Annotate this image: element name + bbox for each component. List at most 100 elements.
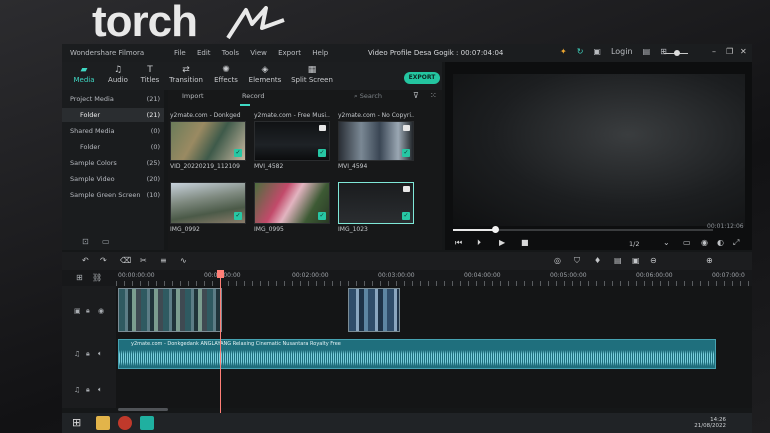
render-icon[interactable]: ◎ xyxy=(554,256,561,265)
preview-ratio[interactable]: 1/2 xyxy=(629,240,639,248)
link-icon[interactable]: ⛓ xyxy=(92,273,102,282)
close-icon[interactable]: ✕ xyxy=(740,47,747,56)
sidebar-item-shared-media[interactable]: Shared Media (0) xyxy=(62,124,164,138)
voiceover-icon[interactable]: ▤ xyxy=(614,256,622,265)
system-tray-clock[interactable]: 14:26 21/08/2022 xyxy=(694,417,726,429)
file-explorer-icon[interactable] xyxy=(96,416,110,430)
audio-waveform xyxy=(119,350,715,366)
windows-start-icon[interactable]: ⊞ xyxy=(72,416,81,429)
sidebar-item-label: Folder xyxy=(80,143,101,151)
folder-open-icon[interactable]: ▭ xyxy=(102,237,110,246)
record-underline xyxy=(240,104,250,106)
tab-titles[interactable]: T Titles xyxy=(130,65,170,84)
minimize-icon[interactable]: – xyxy=(712,47,716,56)
tab-split-screen[interactable]: ▦ Split Screen xyxy=(290,65,334,84)
lock-icon[interactable]: 🔒︎ xyxy=(86,386,90,395)
menu-tools[interactable]: Tools xyxy=(222,49,239,57)
video-clip[interactable] xyxy=(118,288,222,332)
preview-progress-bar[interactable] xyxy=(453,226,713,233)
menu-edit[interactable]: Edit xyxy=(197,49,211,57)
volume-icon[interactable]: ◐ xyxy=(717,238,724,247)
zoom-slider-handle[interactable] xyxy=(674,50,680,56)
playhead[interactable] xyxy=(220,270,221,413)
save-icon[interactable]: ▤ xyxy=(643,47,651,56)
ruler-label: 00:02:00:00 xyxy=(292,272,329,279)
monitor-icon[interactable]: ▭ xyxy=(683,238,691,247)
media-thumbnail: ✓ xyxy=(254,182,330,224)
snapshot-icon[interactable]: ◉ xyxy=(701,238,708,247)
effects-icon: ✺ xyxy=(222,65,230,75)
tab-audio-label: Audio xyxy=(108,76,128,84)
fullscreen-icon[interactable]: ⤢ xyxy=(733,238,739,248)
sidebar-item-shared-folder[interactable]: Folder (0) xyxy=(62,140,164,154)
menu-file[interactable]: File xyxy=(174,49,186,57)
tab-transition[interactable]: ⇄ Transition xyxy=(166,65,206,84)
menu-bar: File Edit Tools View Export Help xyxy=(174,49,337,57)
media-card-selected[interactable]: ✓ IMG_1023 xyxy=(338,182,414,233)
speaker-icon[interactable]: 🔈︎ xyxy=(98,350,102,359)
tab-split-screen-label: Split Screen xyxy=(291,76,333,84)
tray-date: 21/08/2022 xyxy=(694,423,726,429)
adjust-icon[interactable]: ≡ xyxy=(160,256,167,265)
redo-icon[interactable]: ↷ xyxy=(100,256,107,265)
maximize-icon[interactable]: ❐ xyxy=(726,47,733,56)
media-card[interactable]: ✓ IMG_0992 xyxy=(170,182,246,233)
media-card[interactable]: y2mate.com - No Copyri... ✓ MVI_4594 xyxy=(338,112,414,170)
media-card[interactable]: y2mate.com - Free Musi... ✓ MVI_4582 xyxy=(254,112,330,170)
speaker-icon[interactable]: 🔈︎ xyxy=(98,386,102,395)
lock-icon[interactable]: 🔒︎ xyxy=(86,350,90,359)
play-icon[interactable]: ▶ xyxy=(499,238,505,247)
sidebar-item-count: (21) xyxy=(146,111,160,119)
sidebar-item-sample-green-screen[interactable]: Sample Green Screen (10) xyxy=(62,188,164,202)
record-button[interactable]: Record xyxy=(242,92,264,100)
add-track-icon[interactable]: ⊞ xyxy=(76,273,83,282)
stop-icon[interactable]: ■ xyxy=(521,238,529,247)
new-folder-icon[interactable]: ⊡ xyxy=(82,237,89,246)
media-card[interactable]: ✓ IMG_0995 xyxy=(254,182,330,233)
timeline-scrollbar[interactable] xyxy=(118,408,168,411)
undo-icon[interactable]: ↶ xyxy=(82,256,89,265)
mic-icon[interactable]: ♦ xyxy=(594,256,601,265)
gift-icon[interactable]: ▣ xyxy=(593,47,601,56)
sidebar-item-sample-video[interactable]: Sample Video (20) xyxy=(62,172,164,186)
zoom-in-icon[interactable]: ⊕ xyxy=(706,256,713,265)
zoom-out-icon[interactable]: ⊖ xyxy=(650,256,657,265)
lock-icon[interactable]: 🔒︎ xyxy=(86,307,90,316)
export-button[interactable]: EXPORT xyxy=(404,72,440,84)
chevron-down-icon[interactable]: ⌄ xyxy=(663,238,670,247)
filmora-taskbar-icon[interactable] xyxy=(140,416,154,430)
check-icon: ✓ xyxy=(234,212,242,220)
sidebar-item-sample-colors[interactable]: Sample Colors (25) xyxy=(62,156,164,170)
tab-effects[interactable]: ✺ Effects xyxy=(206,65,246,84)
delete-icon[interactable]: ⌫ xyxy=(120,256,131,265)
audio-wave-icon[interactable]: ∿ xyxy=(180,256,187,265)
tab-elements[interactable]: ◈ Elements xyxy=(245,65,285,84)
audio-clip[interactable]: y2mate.com - Donkgedank ANGLAYANG Relaxi… xyxy=(118,339,716,369)
login-link[interactable]: Login xyxy=(611,47,633,56)
chrome-icon[interactable] xyxy=(118,416,132,430)
play-reverse-icon[interactable]: ⏵ xyxy=(477,238,481,248)
media-card[interactable]: y2mate.com - Donkged ✓ VID_20220219_1121… xyxy=(170,112,246,170)
grid-view-icon[interactable]: ⁙ xyxy=(430,91,437,100)
notification-icon[interactable]: ⊞ xyxy=(660,47,667,56)
preview-scrubber-handle[interactable] xyxy=(491,226,499,233)
marker-icon[interactable]: ⛉ xyxy=(574,256,580,266)
bulb-icon[interactable]: ✦ xyxy=(560,47,567,56)
filter-icon[interactable]: ⊽ xyxy=(413,91,419,100)
menu-view[interactable]: View xyxy=(250,49,267,57)
cut-icon[interactable]: ✂ xyxy=(140,256,147,265)
timeline-ruler[interactable]: 00:00:00:00 00:01:00:00 00:02:00:00 00:0… xyxy=(62,270,752,286)
sidebar-item-project-media[interactable]: Project Media (21) xyxy=(62,92,164,106)
media-card-title: y2mate.com - Donkged xyxy=(170,112,241,119)
eye-icon[interactable]: ◉ xyxy=(98,307,104,315)
import-button[interactable]: Import xyxy=(182,92,204,100)
ruler-label: 00:05:00:00 xyxy=(550,272,587,279)
headset-icon[interactable]: ↻ xyxy=(577,47,584,56)
menu-help[interactable]: Help xyxy=(312,49,328,57)
split-icon[interactable]: ▣ xyxy=(632,256,640,265)
previous-frame-icon[interactable]: ⏮ xyxy=(455,238,462,248)
menu-export[interactable]: Export xyxy=(278,49,301,57)
sidebar-item-folder[interactable]: Folder (21) xyxy=(62,108,164,122)
video-clip[interactable] xyxy=(348,288,400,332)
search-input[interactable]: ⌕ Search xyxy=(354,92,382,101)
